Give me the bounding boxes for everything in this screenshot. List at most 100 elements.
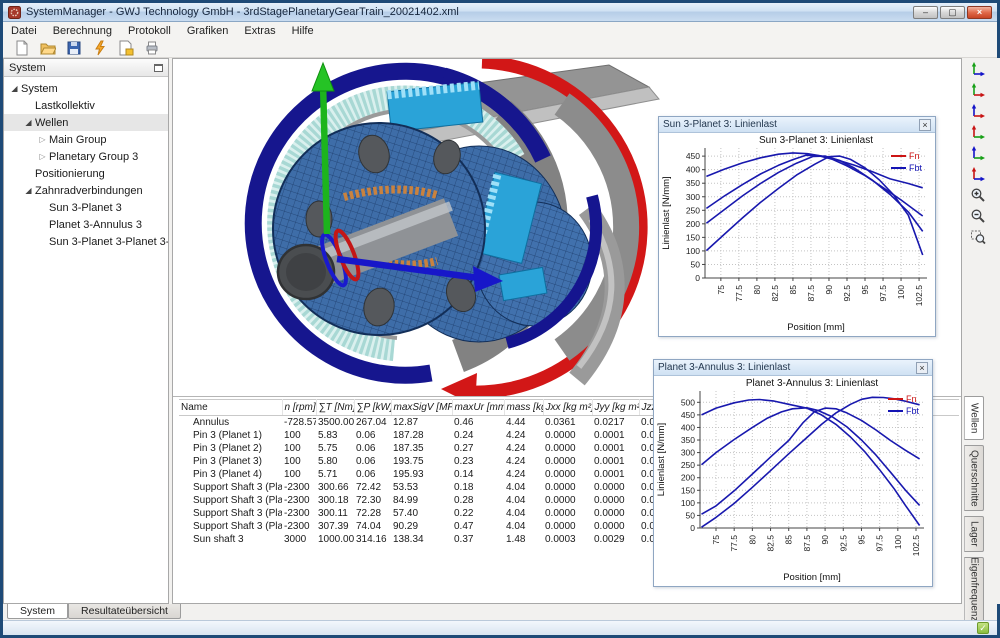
menu-berechnung[interactable]: Berechnung	[45, 24, 120, 38]
svg-text:400: 400	[681, 422, 695, 432]
tree-collapsed-icon[interactable]: ▷	[36, 135, 49, 144]
menu-datei[interactable]: Datei	[3, 24, 45, 38]
view-axis-zx-button[interactable]	[970, 100, 994, 121]
save-file-button[interactable]	[61, 39, 87, 57]
column-header-name[interactable]: Name	[179, 400, 282, 416]
print-button[interactable]	[139, 39, 165, 57]
column-header-t-nm[interactable]: ∑T [Nm]	[316, 400, 354, 416]
table-cell: 4.04	[504, 507, 543, 520]
open-file-button[interactable]	[35, 39, 61, 57]
float-panel-icon[interactable]	[154, 64, 163, 72]
menu-extras[interactable]: Extras	[236, 24, 283, 38]
svg-text:92.5: 92.5	[838, 535, 848, 552]
chart-window-sun3-planet3[interactable]: Sun 3-Planet 3: Linienlast × 05010015020…	[658, 116, 936, 337]
table-cell: 0.06	[354, 429, 391, 442]
chart-window-titlebar[interactable]: Sun 3-Planet 3: Linienlast ×	[659, 117, 935, 133]
new-file-button[interactable]	[9, 39, 35, 57]
tree-collapsed-icon[interactable]: ▷	[36, 152, 49, 161]
chart-window-titlebar[interactable]: Planet 3-Annulus 3: Linienlast ×	[654, 360, 932, 376]
tab-querschnitte[interactable]: Querschnitte	[964, 445, 984, 511]
svg-text:85: 85	[788, 285, 798, 295]
table-cell: 0.0001	[592, 429, 639, 442]
tree-item-sun-3-planet-3[interactable]: Sun 3-Planet 3	[4, 199, 168, 216]
tree-expanded-icon[interactable]: ◢	[22, 118, 35, 127]
svg-text:Fbt: Fbt	[909, 163, 923, 173]
view-axis-zy-button[interactable]	[970, 163, 994, 184]
view-axis-yx-button[interactable]	[970, 79, 994, 100]
zoom-out-button[interactable]	[970, 205, 994, 226]
table-cell: 300.66	[316, 481, 354, 494]
menu-hilfe[interactable]: Hilfe	[284, 24, 322, 38]
view-axis-xz-button[interactable]	[970, 121, 994, 142]
table-cell: 57.40	[391, 507, 452, 520]
table-cell: Pin 3 (Planet 3)	[179, 455, 282, 468]
table-cell: 100	[282, 455, 316, 468]
column-header-jyy-kg-m[interactable]: Jyy [kg m²]	[592, 400, 639, 416]
chart-close-button[interactable]: ×	[916, 362, 928, 374]
zoom-window-icon	[970, 229, 986, 245]
bottom-tab-system[interactable]: System	[7, 604, 68, 619]
zoom-window-button[interactable]	[970, 226, 994, 247]
menu-grafiken[interactable]: Grafiken	[179, 24, 237, 38]
tab-lager[interactable]: Lager	[964, 516, 984, 552]
tree-item-zahnradverbindungen[interactable]: ◢Zahnradverbindungen	[4, 182, 168, 199]
table-cell: 193.75	[391, 455, 452, 468]
zoom-in-icon	[970, 187, 986, 203]
svg-text:95: 95	[856, 535, 866, 545]
tree-item-main-group[interactable]: ▷Main Group	[4, 131, 168, 148]
svg-text:Linienlast [N/mm]: Linienlast [N/mm]	[656, 423, 667, 496]
tab-wellen[interactable]: Wellen	[964, 396, 984, 440]
column-header-maxsigv-mpa[interactable]: maxSigV [MPa]	[391, 400, 452, 416]
table-cell: 5.75	[316, 442, 354, 455]
close-button[interactable]: ×	[967, 6, 992, 19]
chart-window-title: Sun 3-Planet 3: Linienlast	[663, 119, 777, 130]
chart-close-button[interactable]: ×	[919, 119, 931, 131]
app-icon	[8, 6, 21, 19]
svg-text:102.5: 102.5	[914, 285, 924, 307]
svg-text:150: 150	[681, 485, 695, 495]
view-axis-xy-button[interactable]	[970, 58, 994, 79]
tree-item-wellen[interactable]: ◢Wellen	[4, 114, 168, 131]
tree-item-label: Main Group	[49, 134, 106, 146]
tree-item-system[interactable]: ◢System	[4, 80, 168, 97]
tree-expanded-icon[interactable]: ◢	[8, 84, 21, 93]
tree-item-planet-3-annulus-3[interactable]: Planet 3-Annulus 3	[4, 216, 168, 233]
tree-item-label: Zahnradverbindungen	[35, 185, 143, 197]
bottom-tab-resultate-bersicht[interactable]: Resultateübersicht	[68, 604, 181, 619]
table-cell: 74.04	[354, 520, 391, 533]
table-cell: 1.48	[504, 533, 543, 546]
zoom-in-button[interactable]	[970, 184, 994, 205]
status-ok-icon: ✓	[977, 622, 989, 634]
report-button[interactable]	[113, 39, 139, 57]
svg-text:Linienlast [N/mm]: Linienlast [N/mm]	[661, 176, 672, 249]
tree-expanded-icon[interactable]: ◢	[22, 186, 35, 195]
maximize-button[interactable]: ▢	[940, 6, 965, 19]
tree-item-planetary-group-3[interactable]: ▷Planetary Group 3	[4, 148, 168, 165]
tree-item-sun-3-planet-3-planet-3-ann[interactable]: Sun 3-Planet 3-Planet 3-Ann...	[4, 233, 168, 250]
table-cell: 267.04	[354, 416, 391, 429]
app-window: SystemManager - GWJ Technology GmbH - 3r…	[0, 0, 1000, 638]
table-cell: -2300	[282, 481, 316, 494]
chart-window-planet3-annulus3[interactable]: Planet 3-Annulus 3: Linienlast × 0501001…	[653, 359, 933, 587]
svg-text:90: 90	[820, 535, 830, 545]
table-cell: 0.0000	[543, 520, 592, 533]
svg-text:77.5: 77.5	[734, 285, 744, 302]
tree-item-lastkollektiv[interactable]: Lastkollektiv	[4, 97, 168, 114]
tree-item-positionierung[interactable]: Positionierung	[4, 165, 168, 182]
calculate-button[interactable]	[87, 39, 113, 57]
svg-text:450: 450	[681, 410, 695, 420]
title-bar[interactable]: SystemManager - GWJ Technology GmbH - 3r…	[3, 3, 997, 22]
column-header-n-rpm[interactable]: n [rpm]	[282, 400, 316, 416]
column-header-mass-kg[interactable]: mass [kg]	[504, 400, 543, 416]
view-axis-yz-button[interactable]	[970, 142, 994, 163]
column-header-jxx-kg-m[interactable]: Jxx [kg m²]	[543, 400, 592, 416]
column-header-maxur-mm[interactable]: maxUr [mm]	[452, 400, 504, 416]
menu-protokoll[interactable]: Protokoll	[120, 24, 179, 38]
tree-item-label: Planetary Group 3	[49, 151, 138, 163]
minimize-button[interactable]: –	[913, 6, 938, 19]
svg-text:77.5: 77.5	[729, 535, 739, 552]
tree-item-label: Positionierung	[35, 168, 105, 180]
column-header-p-kw[interactable]: ∑P [kW]	[354, 400, 391, 416]
print-icon	[144, 40, 160, 56]
svg-text:250: 250	[681, 460, 695, 470]
